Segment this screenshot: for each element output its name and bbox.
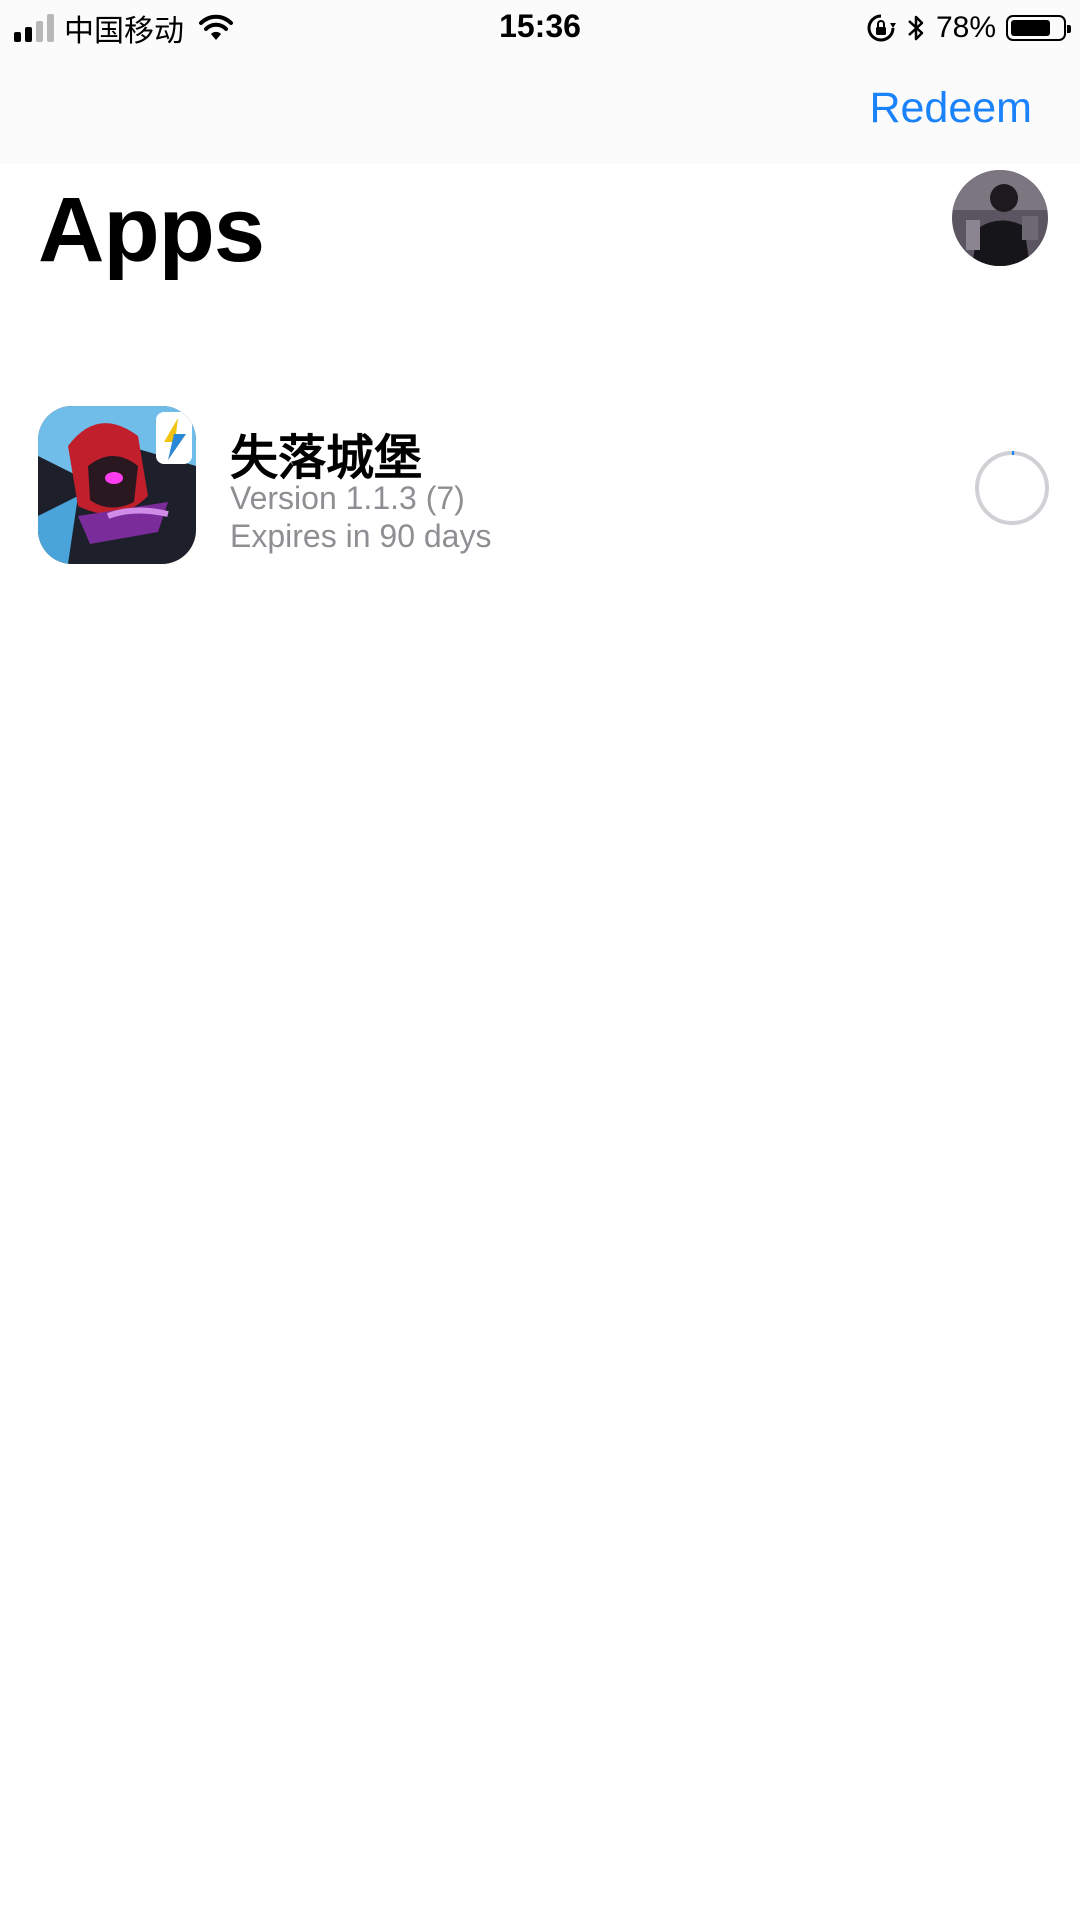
app-game-icon[interactable]: [38, 406, 196, 564]
app-version: Version 1.1.3 (7): [230, 480, 465, 516]
install-progress-button[interactable]: [974, 450, 1050, 526]
status-bar: 中国移动 15:36 78%: [0, 0, 1080, 54]
account-avatar[interactable]: [952, 170, 1048, 266]
orientation-lock-icon: [867, 14, 896, 42]
status-bar-right: 78%: [866, 8, 1071, 48]
list-item[interactable]: 失落城堡 Version 1.1.3 (7) Expires in 90 day…: [38, 406, 1050, 566]
app-expiry: Expires in 90 days: [230, 518, 492, 554]
app-name: 失落城堡: [230, 430, 423, 486]
battery-icon: [1006, 15, 1071, 41]
page-title: Apps: [38, 179, 265, 281]
avatar-icon: [952, 170, 1048, 266]
bluetooth-icon: [908, 15, 924, 41]
battery-percent: 78%: [935, 11, 996, 44]
redeem-button[interactable]: Redeem: [869, 84, 1032, 133]
nav-bar: Redeem: [0, 54, 1080, 164]
